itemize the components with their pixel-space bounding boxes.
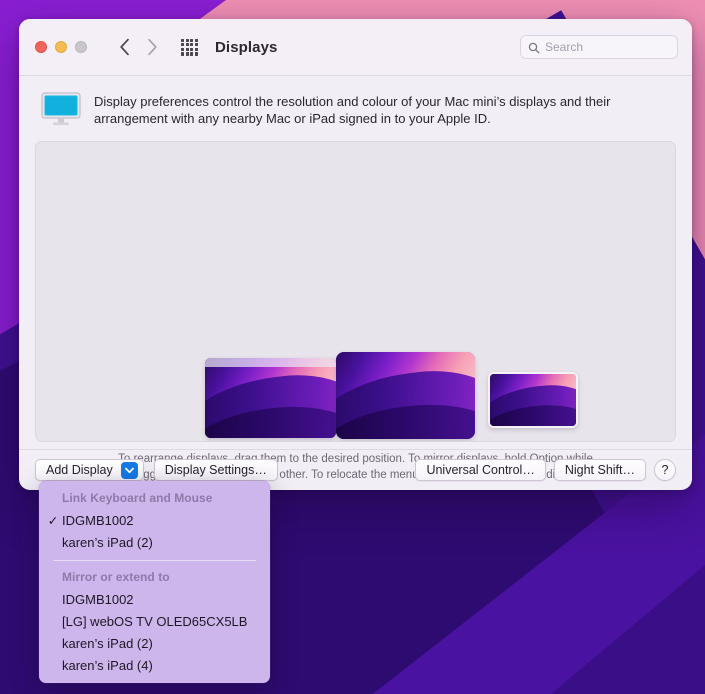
menu-separator xyxy=(53,560,256,561)
menu-item-label: IDGMB1002 xyxy=(62,591,134,607)
menu-item-label: karen’s iPad (2) xyxy=(62,534,153,550)
search-field[interactable] xyxy=(520,35,678,59)
description-row: Display preferences control the resoluti… xyxy=(35,90,676,141)
display-monitor-icon xyxy=(41,92,81,131)
display-wallpaper xyxy=(205,358,336,438)
checkmark-icon: ✓ xyxy=(47,513,59,528)
forward-chevron-icon[interactable] xyxy=(141,36,163,58)
add-display-label: Add Display xyxy=(46,463,113,477)
search-icon xyxy=(528,41,540,54)
display-thumb-center[interactable] xyxy=(336,352,475,439)
show-all-grid-icon[interactable] xyxy=(181,38,198,56)
display-wallpaper xyxy=(490,374,576,426)
menu-item-mirror-idgmb1002[interactable]: IDGMB1002 xyxy=(39,588,270,610)
night-shift-button[interactable]: Night Shift… xyxy=(553,459,646,481)
menu-item-mirror-karens-ipad-4[interactable]: karen’s iPad (4) xyxy=(39,654,270,676)
menu-section-header: Mirror or extend to xyxy=(62,570,170,584)
window-toolbar: Displays xyxy=(19,19,692,76)
back-chevron-icon[interactable] xyxy=(113,36,135,58)
description-text: Display preferences control the resoluti… xyxy=(94,94,611,126)
zoom-button[interactable] xyxy=(75,41,87,53)
menu-item-mirror-lg-tv[interactable]: [LG] webOS TV OLED65CX5LB xyxy=(39,610,270,632)
navigation-buttons xyxy=(113,36,163,58)
page-title: Displays xyxy=(215,38,278,56)
window-content: Display preferences control the resoluti… xyxy=(19,76,692,483)
menu-item-link-karens-ipad-2[interactable]: karen’s iPad (2) xyxy=(39,531,270,553)
close-button[interactable] xyxy=(35,41,47,53)
search-input[interactable] xyxy=(545,40,670,54)
traffic-lights xyxy=(35,41,87,53)
universal-control-button[interactable]: Universal Control… xyxy=(415,459,546,481)
add-display-dropdown-menu[interactable]: Link Keyboard and Mouse ✓ IDGMB1002 kare… xyxy=(39,481,270,683)
menu-item-label: [LG] webOS TV OLED65CX5LB xyxy=(62,613,248,629)
minimize-button[interactable] xyxy=(55,41,67,53)
display-wallpaper xyxy=(336,352,475,439)
menu-item-label: IDGMB1002 xyxy=(62,512,134,528)
add-display-button[interactable]: Add Display xyxy=(35,459,144,481)
displays-preferences-window: Displays Display preferences control the… xyxy=(19,19,692,490)
menu-item-label: karen’s iPad (4) xyxy=(62,657,153,673)
display-menu-bar[interactable] xyxy=(205,358,336,367)
display-settings-button[interactable]: Display Settings… xyxy=(153,459,278,481)
menu-section-header: Link Keyboard and Mouse xyxy=(62,491,213,505)
menu-item-link-idgmb1002[interactable]: ✓ IDGMB1002 xyxy=(39,509,270,531)
chevron-down-icon[interactable] xyxy=(120,461,138,479)
menu-item-label: karen’s iPad (2) xyxy=(62,635,153,651)
help-button[interactable]: ? xyxy=(654,459,676,481)
display-thumb-left[interactable] xyxy=(205,358,336,438)
menu-item-mirror-karens-ipad-2[interactable]: karen’s iPad (2) xyxy=(39,632,270,654)
display-thumb-right[interactable] xyxy=(488,372,578,428)
display-arrangement-panel[interactable] xyxy=(35,141,676,442)
arrangement-stage xyxy=(36,142,675,441)
